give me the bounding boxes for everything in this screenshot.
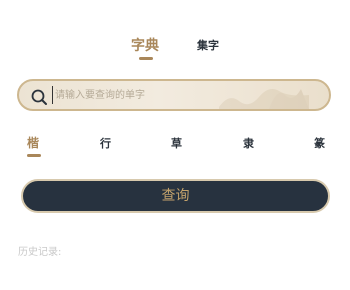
tab-zhuan-seal-script[interactable]: 篆 — [314, 135, 325, 151]
search-box[interactable] — [17, 79, 331, 111]
history-label: 历史记录: — [18, 247, 62, 258]
tab-dictionary[interactable]: 字典 — [131, 35, 159, 55]
script-style-tab-bar: 楷 行 草 隶 篆 — [0, 135, 350, 159]
tab-kai-underline — [27, 154, 41, 157]
tab-cao-cursive-script[interactable]: 草 — [171, 135, 182, 151]
tab-collect-characters[interactable]: 集字 — [197, 37, 219, 53]
query-button[interactable]: 查询 — [21, 179, 330, 213]
tab-dictionary-underline — [139, 57, 153, 60]
tab-kai-regular-script[interactable]: 楷 — [27, 134, 39, 151]
tab-li-clerical-script[interactable]: 隶 — [243, 135, 254, 151]
search-icon[interactable] — [30, 88, 48, 106]
tab-xing-running-script[interactable]: 行 — [100, 135, 111, 151]
top-tab-bar: 字典 集字 — [0, 35, 350, 63]
search-input[interactable] — [52, 86, 305, 104]
